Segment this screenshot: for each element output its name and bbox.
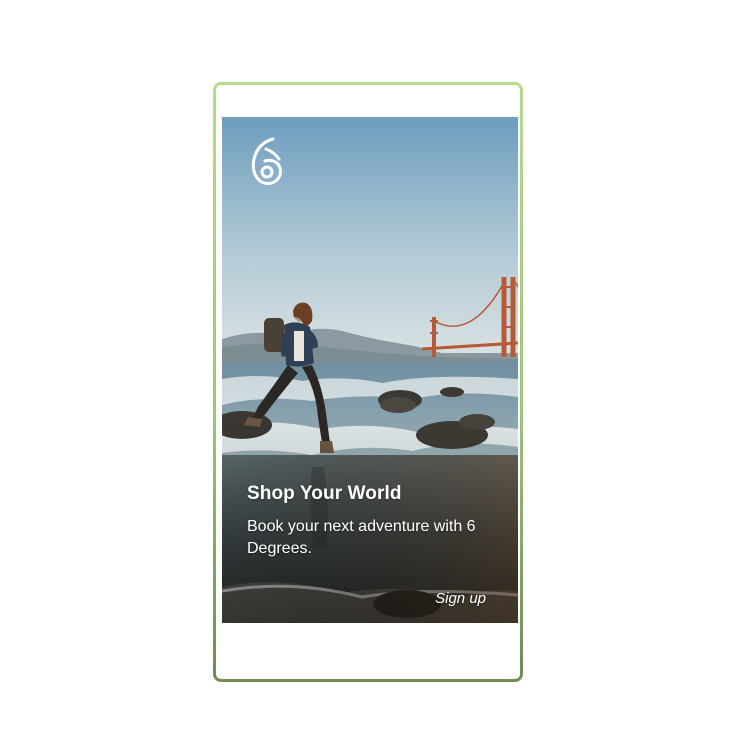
- headline: Shop Your World: [247, 483, 402, 504]
- welcome-screen: Shop Your World Book your next adventure…: [222, 117, 518, 623]
- app-preview-canvas: Shop Your World Book your next adventure…: [0, 0, 740, 740]
- six-degrees-logo-icon: [251, 137, 282, 186]
- tagline: Book your next adventure with 6 Degrees.: [247, 518, 476, 557]
- sign-up-link[interactable]: Sign up: [435, 590, 486, 607]
